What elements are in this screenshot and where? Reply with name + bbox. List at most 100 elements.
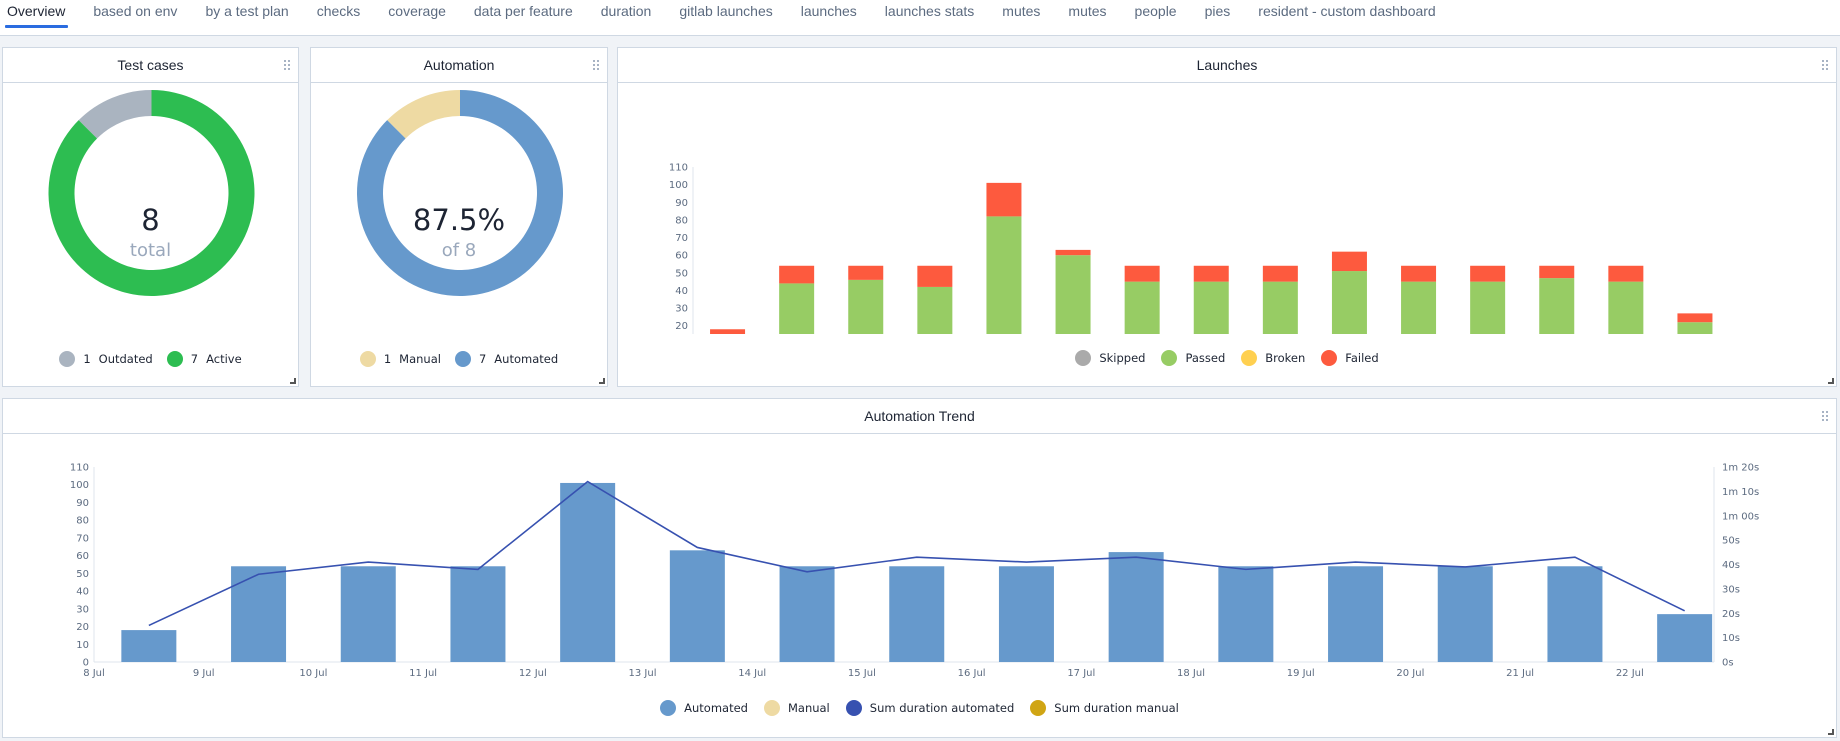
bar-passed[interactable] [1677, 322, 1713, 334]
bar-automated[interactable] [779, 566, 835, 662]
y-tick-label: 90 [76, 498, 89, 509]
y-tick-label: 30 [76, 604, 89, 615]
drag-handle-icon[interactable] [284, 60, 290, 70]
legend-item-outdated[interactable]: 1 Outdated [59, 351, 153, 367]
legend-item-sum-duration-manual[interactable]: Sum duration manual [1030, 700, 1179, 716]
tab-pies[interactable]: pies [1205, 0, 1231, 30]
bar-passed[interactable] [1193, 281, 1229, 334]
bar-failed[interactable] [1193, 265, 1229, 282]
bar-failed[interactable] [779, 265, 815, 284]
legend-item-failed[interactable]: Failed [1321, 350, 1379, 366]
bar-failed[interactable] [710, 329, 746, 334]
bar-failed[interactable] [917, 265, 953, 287]
resize-handle-icon[interactable] [1828, 729, 1834, 735]
tab-mutes[interactable]: mutes [1002, 0, 1040, 30]
bar-passed[interactable] [1608, 281, 1644, 334]
legend-item-broken[interactable]: Broken [1241, 350, 1305, 366]
drag-handle-icon[interactable] [1822, 60, 1828, 70]
legend-item-manual[interactable]: 1 Manual [359, 351, 441, 367]
bar-passed[interactable] [1124, 281, 1160, 334]
bar-automated[interactable] [889, 566, 945, 662]
legend-count: 7 [478, 352, 487, 366]
tab-coverage[interactable]: coverage [388, 0, 446, 30]
bar-automated[interactable] [340, 566, 396, 662]
legend-label: Failed [1345, 351, 1379, 365]
bar-failed[interactable] [848, 265, 884, 280]
panel-header: Automation [311, 48, 607, 83]
legend-item-sum-duration-automated[interactable]: Sum duration automated [845, 700, 1014, 716]
bar-automated[interactable] [669, 550, 725, 662]
bar-failed[interactable] [1470, 265, 1506, 282]
bar-failed[interactable] [1401, 265, 1437, 282]
bar-automated[interactable] [1437, 566, 1493, 662]
bar-failed[interactable] [986, 182, 1022, 217]
bar-automated[interactable] [121, 630, 177, 662]
y2-tick-label: 40s [1722, 560, 1740, 571]
legend-count: 7 [190, 352, 199, 366]
tab-launches-stats[interactable]: launches stats [885, 0, 975, 30]
tab-overview[interactable]: Overview [4, 0, 69, 30]
tab-people[interactable]: people [1135, 0, 1177, 30]
bar-failed[interactable] [1539, 265, 1575, 279]
bar-automated[interactable] [450, 566, 506, 662]
legend-swatch-sum-duration-manual [1030, 700, 1047, 716]
bar-automated[interactable] [1108, 552, 1164, 662]
bar-automated[interactable] [998, 566, 1054, 662]
legend-item-active[interactable]: 7 Active [166, 351, 242, 367]
y-tick-label: 70 [76, 533, 89, 544]
bar-failed[interactable] [1055, 249, 1091, 256]
donut-slice-automated[interactable] [357, 90, 563, 296]
bar-passed[interactable] [1262, 281, 1298, 334]
bar-automated[interactable] [231, 566, 287, 662]
bar-failed[interactable] [1331, 251, 1367, 272]
tab-mutes[interactable]: mutes [1068, 0, 1106, 30]
bar-passed[interactable] [848, 279, 884, 334]
bar-passed[interactable] [986, 216, 1022, 334]
bar-automated[interactable] [1547, 566, 1603, 662]
legend-item-skipped[interactable]: Skipped [1075, 350, 1145, 366]
legend-item-automated[interactable]: Automated [660, 700, 748, 716]
bar-automated[interactable] [1218, 566, 1274, 662]
resize-handle-icon[interactable] [290, 378, 296, 384]
legend-label: Sum duration manual [1054, 701, 1179, 715]
tab-based-on-env[interactable]: based on env [93, 0, 177, 30]
tab-data-per-feature[interactable]: data per feature [474, 0, 573, 30]
bar-failed[interactable] [1677, 313, 1713, 323]
tab-resident-custom-dashboard[interactable]: resident - custom dashboard [1258, 0, 1435, 30]
bar-passed[interactable] [917, 286, 953, 334]
bar-passed[interactable] [1331, 271, 1367, 334]
bar-passed[interactable] [1055, 255, 1091, 334]
y-tick-label: 20 [675, 321, 688, 332]
legend-label: Manual [399, 352, 441, 366]
bar-failed[interactable] [1608, 265, 1644, 282]
dashboard-tabs: Overview based on env by a test plan checks… [0, 0, 1840, 36]
x-tick-label: 17 Jul [1067, 668, 1095, 679]
legend-label: Passed [1185, 351, 1226, 365]
bar-passed[interactable] [779, 283, 815, 334]
resize-handle-icon[interactable] [1828, 378, 1834, 384]
tab-checks[interactable]: checks [317, 0, 361, 30]
bar-passed[interactable] [1401, 281, 1437, 334]
donut-slice-active[interactable] [48, 90, 255, 296]
tab-gitlab-launches[interactable]: gitlab launches [679, 0, 772, 30]
bar-passed[interactable] [1470, 281, 1506, 334]
resize-handle-icon[interactable] [599, 378, 605, 384]
bar-failed[interactable] [1124, 265, 1160, 282]
bar-passed[interactable] [1539, 278, 1575, 334]
drag-handle-icon[interactable] [593, 60, 599, 70]
tab-launches[interactable]: launches [801, 0, 857, 30]
bar-failed[interactable] [1262, 265, 1298, 282]
tab-by-a-test-plan[interactable]: by a test plan [205, 0, 288, 30]
legend-item-automated[interactable]: 7 Automated [454, 351, 558, 367]
y2-tick-label: 30s [1722, 584, 1740, 595]
bar-automated[interactable] [560, 482, 616, 662]
legend-item-passed[interactable]: Passed [1161, 350, 1225, 366]
tab-duration[interactable]: duration [601, 0, 652, 30]
automation-trend-panel: Automation Trend 0 10 20 30 40 50 60 70 80 90 100 1… [2, 398, 1837, 738]
legend-item-manual[interactable]: Manual [763, 700, 830, 716]
legend-label: Active [206, 352, 242, 366]
chart-legend: 1 Manual 7 Automated [311, 351, 607, 367]
bar-automated[interactable] [1328, 566, 1384, 662]
drag-handle-icon[interactable] [1822, 411, 1828, 421]
bar-automated[interactable] [1657, 614, 1713, 662]
